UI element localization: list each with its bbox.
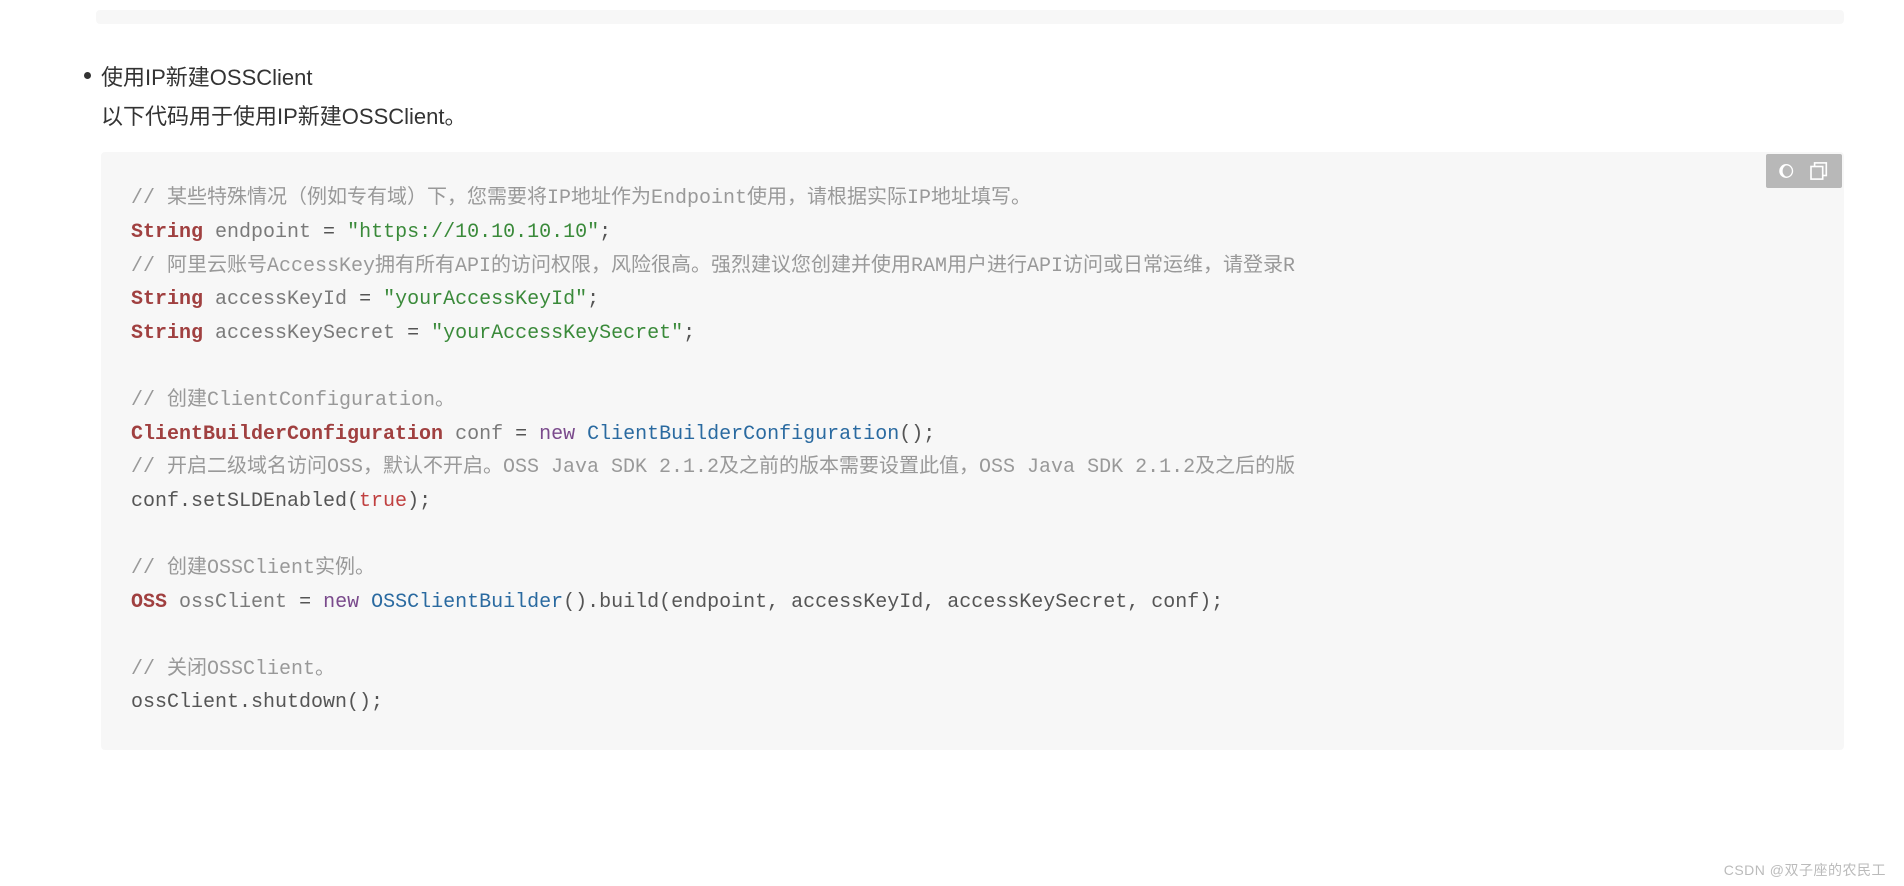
code-block[interactable]: // 某些特殊情况（例如专有域）下，您需要将IP地址作为Endpoint使用，请… [101, 152, 1844, 750]
code-literal: true [359, 490, 407, 513]
code-comment: // 开启二级域名访问OSS，默认不开启。OSS Java SDK 2.1.2及… [131, 456, 1295, 479]
code-string: "https://10.10.10.10" [347, 221, 599, 244]
code-keyword: String [131, 288, 203, 311]
code-identifier: ossClient [179, 591, 287, 614]
code-comment: // 关闭OSSClient。 [131, 658, 335, 681]
code-type: ClientBuilderConfiguration [131, 423, 443, 446]
code-type: OSS [131, 591, 167, 614]
code-comment: // 某些特殊情况（例如专有域）下，您需要将IP地址作为Endpoint使用，请… [131, 187, 1031, 210]
bullet-section: 使用IP新建OSSClient 以下代码用于使用IP新建OSSClient。 [84, 60, 1844, 750]
code-keyword: String [131, 221, 203, 244]
bullet-item: 使用IP新建OSSClient [84, 60, 1844, 95]
watermark: CSDN @双子座的农民工 [1724, 860, 1886, 880]
code-identifier: accessKeyId [215, 288, 347, 311]
theme-toggle-button[interactable] [1772, 158, 1804, 184]
code-string: "yourAccessKeySecret" [431, 322, 683, 345]
code-comment: // 创建ClientConfiguration。 [131, 389, 455, 412]
copy-button[interactable] [1804, 158, 1836, 184]
bullet-dot-icon [84, 72, 91, 79]
code-keyword: new [539, 423, 575, 446]
code-type: OSSClientBuilder [371, 591, 563, 614]
previous-code-block-tail [96, 10, 1844, 24]
code-line: conf.setSLDEnabled( [131, 490, 359, 513]
code-comment: // 阿里云账号AccessKey拥有所有API的访问权限，风险很高。强烈建议您… [131, 255, 1295, 278]
page-content: 使用IP新建OSSClient 以下代码用于使用IP新建OSSClient。 [0, 0, 1904, 770]
bullet-description: 以下代码用于使用IP新建OSSClient。 [101, 99, 1844, 134]
code-string: "yourAccessKeyId" [383, 288, 587, 311]
copy-icon [1810, 162, 1830, 180]
moon-icon [1777, 162, 1799, 180]
code-keyword: new [323, 591, 359, 614]
bullet-title: 使用IP新建OSSClient [101, 60, 313, 95]
code-line: ossClient.shutdown(); [131, 691, 383, 714]
code-identifier: accessKeySecret [215, 322, 395, 345]
code-identifier: conf [455, 423, 503, 446]
code-comment: // 创建OSSClient实例。 [131, 557, 375, 580]
code-type: ClientBuilderConfiguration [587, 423, 899, 446]
code-identifier: endpoint [215, 221, 311, 244]
code-keyword: String [131, 322, 203, 345]
code-toolbar [1766, 154, 1842, 188]
code-wrapper: // 某些特殊情况（例如专有域）下，您需要将IP地址作为Endpoint使用，请… [101, 152, 1844, 750]
